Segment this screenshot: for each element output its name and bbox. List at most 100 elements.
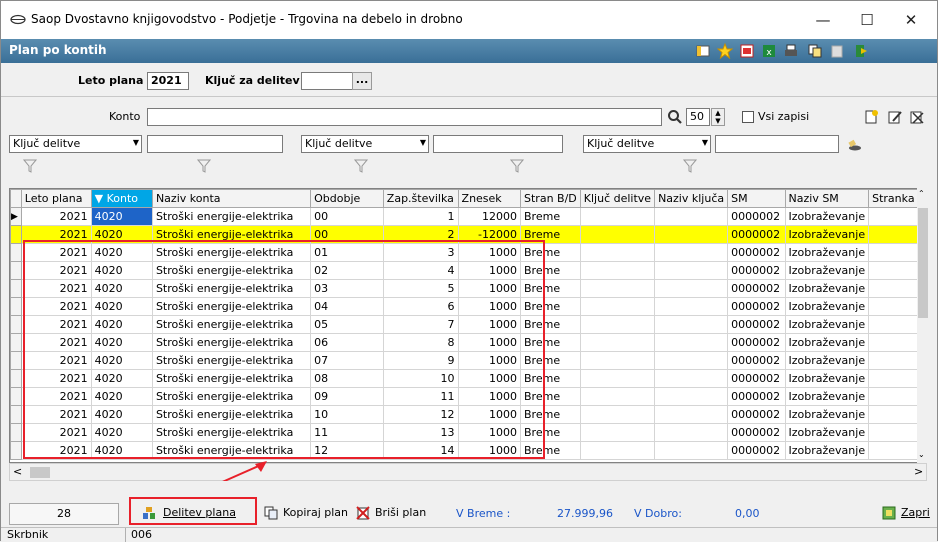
table-cell[interactable]: Breme xyxy=(520,261,581,280)
vertical-scrollbar[interactable]: ⌃ ⌄ xyxy=(917,188,929,463)
table-cell[interactable]: Stroški energije-elektrika xyxy=(151,225,312,244)
table-cell[interactable]: Breme xyxy=(520,279,581,298)
favorite-star-icon[interactable] xyxy=(717,43,733,59)
scroll-thumb[interactable] xyxy=(918,208,928,318)
table-cell[interactable]: Breme xyxy=(520,387,581,406)
table-cell[interactable]: Izobraževanje xyxy=(784,441,870,460)
table-cell[interactable]: 4020 xyxy=(90,405,153,424)
table-row[interactable]: 2021 4020 Stroški energije-elektrika 03 5 100… xyxy=(10,279,926,298)
kljuc-delitve-combo-2[interactable]: Ključ delitve ▼ xyxy=(301,135,429,153)
table-cell[interactable]: Stroški energije-elektrika xyxy=(151,261,312,280)
table-cell[interactable]: 4020 xyxy=(90,333,153,352)
table-cell[interactable]: 4020 xyxy=(90,261,153,280)
table-cell[interactable]: Breme xyxy=(520,243,581,262)
zapri-button[interactable]: Zapri xyxy=(879,503,930,525)
table-cell[interactable]: 3 xyxy=(382,243,459,262)
table-cell[interactable]: 4 xyxy=(382,261,459,280)
table-cell[interactable]: Izobraževanje xyxy=(784,279,870,298)
table-cell[interactable]: 4020 xyxy=(90,351,153,370)
table-cell[interactable]: Stroški energije-elektrika xyxy=(151,279,312,298)
table-row[interactable]: 2021 4020 Stroški energije-elektrika 08 10 10… xyxy=(10,369,926,388)
table-cell[interactable]: 0000002 xyxy=(727,387,786,406)
table-cell[interactable] xyxy=(579,333,656,352)
table-cell[interactable]: Breme xyxy=(520,351,581,370)
table-cell[interactable]: Stroški energije-elektrika xyxy=(151,423,312,442)
column-header[interactable]: Obdobje xyxy=(310,189,384,208)
filter-funnel-icon[interactable] xyxy=(354,159,368,173)
scroll-right-icon[interactable]: > xyxy=(914,465,923,478)
table-cell[interactable]: 02 xyxy=(310,261,384,280)
leto-plana-input[interactable]: 2021 xyxy=(147,72,189,90)
table-cell[interactable]: 0000002 xyxy=(727,333,786,352)
table-row[interactable]: 2021 4020 Stroški energije-elektrika 05 7 100… xyxy=(10,315,926,334)
table-cell[interactable]: 2021 xyxy=(20,315,92,334)
edit-record-icon[interactable] xyxy=(887,109,903,125)
table-cell[interactable]: Izobraževanje xyxy=(784,297,870,316)
table-cell[interactable]: 1000 xyxy=(457,333,522,352)
table-cell[interactable] xyxy=(654,297,729,316)
h-scroll-thumb[interactable] xyxy=(30,467,50,478)
table-cell[interactable]: 2021 xyxy=(20,243,92,262)
table-cell[interactable]: 0000002 xyxy=(727,261,786,280)
table-cell[interactable]: 8 xyxy=(382,333,459,352)
table-cell[interactable] xyxy=(579,207,656,226)
limit-spinner[interactable]: ▲ ▼ xyxy=(711,108,725,126)
row-indicator[interactable]: ▶ xyxy=(10,207,22,226)
table-cell[interactable]: 2021 xyxy=(20,387,92,406)
table-cell[interactable]: 9 xyxy=(382,351,459,370)
table-cell[interactable]: 04 xyxy=(310,297,384,316)
table-cell[interactable]: 1 xyxy=(382,207,459,226)
table-row[interactable]: 2021 4020 Stroški energije-elektrika 06 8 100… xyxy=(10,333,926,352)
table-cell[interactable]: 12 xyxy=(382,405,459,424)
table-cell[interactable] xyxy=(654,387,729,406)
table-cell[interactable]: Breme xyxy=(520,297,581,316)
table-cell[interactable]: Stroški energije-elektrika xyxy=(151,207,312,226)
table-cell[interactable] xyxy=(654,423,729,442)
table-cell[interactable]: 14 xyxy=(382,441,459,460)
table-cell[interactable]: Breme xyxy=(520,441,581,460)
table-cell[interactable]: Izobraževanje xyxy=(784,207,870,226)
kljuc-delitve-value-3[interactable] xyxy=(715,135,839,153)
table-cell[interactable] xyxy=(579,243,656,262)
column-header[interactable]: Znesek xyxy=(457,189,522,208)
table-cell[interactable]: 0000002 xyxy=(727,243,786,262)
table-cell[interactable]: Stroški energije-elektrika xyxy=(151,333,312,352)
table-cell[interactable]: 1000 xyxy=(457,441,522,460)
table-cell[interactable]: 2021 xyxy=(20,405,92,424)
row-indicator[interactable] xyxy=(10,225,22,244)
row-indicator[interactable] xyxy=(10,297,22,316)
table-cell[interactable]: Breme xyxy=(520,315,581,334)
filter-funnel-icon[interactable] xyxy=(23,159,37,173)
close-button[interactable]: ✕ xyxy=(889,7,933,33)
table-cell[interactable]: 11 xyxy=(310,423,384,442)
table-cell[interactable]: Izobraževanje xyxy=(784,261,870,280)
table-cell[interactable] xyxy=(579,423,656,442)
table-cell[interactable]: Izobraževanje xyxy=(784,387,870,406)
clear-filter-icon[interactable] xyxy=(846,137,862,153)
table-cell[interactable] xyxy=(579,315,656,334)
table-cell[interactable] xyxy=(654,261,729,280)
table-cell[interactable]: Breme xyxy=(520,207,581,226)
table-cell[interactable]: 7 xyxy=(382,315,459,334)
column-header[interactable]: Zap.številka xyxy=(382,189,459,208)
table-cell[interactable]: Breme xyxy=(520,225,581,244)
table-row[interactable]: 2021 4020 Stroški energije-elektrika 04 6 100… xyxy=(10,297,926,316)
scroll-up-icon[interactable]: ⌃ xyxy=(918,189,925,198)
row-indicator[interactable] xyxy=(10,333,22,352)
table-cell[interactable]: 4020 xyxy=(90,441,153,460)
table-row[interactable]: ▶ 2021 4020 Stroški energije-elektrika 00 1 12… xyxy=(10,207,926,226)
table-cell[interactable]: 00 xyxy=(310,225,384,244)
table-cell[interactable] xyxy=(654,351,729,370)
column-header[interactable]: Stran B/D xyxy=(520,189,581,208)
kljuc-delitve-value-2[interactable] xyxy=(433,135,563,153)
table-cell[interactable]: 2021 xyxy=(20,369,92,388)
excel-export-icon[interactable]: x xyxy=(761,43,777,59)
table-cell[interactable]: 0000002 xyxy=(727,351,786,370)
table-cell[interactable]: 1000 xyxy=(457,243,522,262)
filter-funnel-icon[interactable] xyxy=(683,159,697,173)
column-header[interactable]: Naziv ključa xyxy=(654,189,729,208)
table-cell[interactable]: Izobraževanje xyxy=(784,225,870,244)
table-cell[interactable]: 1000 xyxy=(457,315,522,334)
copy-record-icon[interactable] xyxy=(807,43,823,59)
table-cell[interactable]: Izobraževanje xyxy=(784,369,870,388)
